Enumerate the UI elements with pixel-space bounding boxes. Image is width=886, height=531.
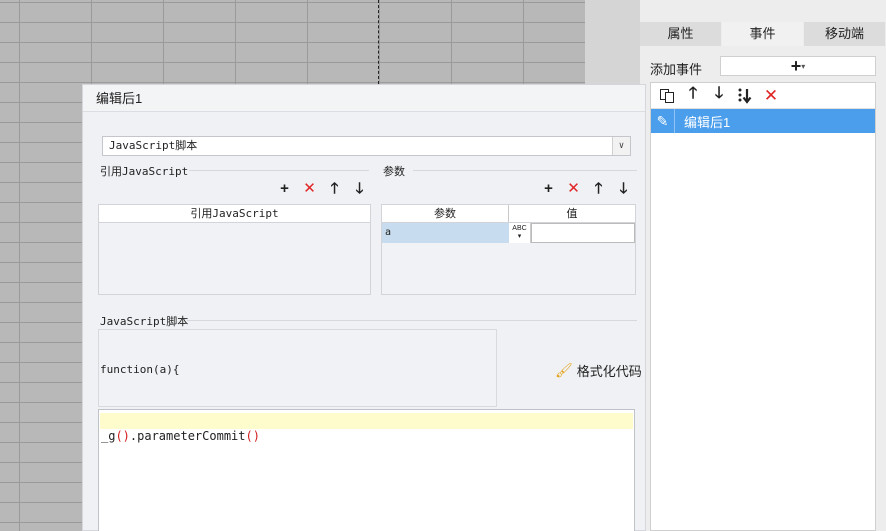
tab-properties[interactable]: 属性 — [640, 22, 722, 46]
type-badge-label: ABC — [512, 225, 527, 232]
code-token-paren: () — [245, 429, 260, 443]
param-value-column[interactable]: 值 — [509, 205, 635, 222]
ref-js-toolbar: + ✕ 🡑 🡓 — [276, 181, 368, 197]
right-panel: 属性 事件 移动端 添加事件 +▾ 🡑 🡓 ✕ ✎ 编辑后1 — [640, 0, 886, 531]
param-name-column[interactable]: 参数 — [382, 205, 509, 222]
script-divider — [187, 320, 637, 321]
add-icon[interactable]: + — [276, 181, 293, 197]
add-event-button[interactable]: +▾ — [720, 56, 876, 76]
param-type-badge[interactable]: ABC ▾ — [509, 223, 531, 243]
param-toolbar: + ✕ 🡑 🡓 — [540, 181, 632, 197]
add-event-row: 添加事件 +▾ — [640, 52, 886, 80]
tab-mobile[interactable]: 移动端 — [804, 22, 886, 46]
plus-icon: + — [790, 56, 802, 76]
param-value-input[interactable] — [531, 223, 635, 243]
ref-js-table: 引用JavaScript — [98, 204, 371, 295]
delete-icon[interactable]: ✕ — [565, 181, 582, 197]
format-code-label: 格式化代码 — [576, 364, 642, 379]
table-row[interactable]: a ABC ▾ — [382, 223, 635, 243]
dialog-title: 编辑后1 — [83, 85, 645, 112]
arrow-down-icon[interactable]: 🡓 — [709, 85, 729, 106]
add-icon[interactable]: + — [540, 181, 557, 197]
tab-events[interactable]: 事件 — [722, 22, 804, 46]
delete-icon[interactable]: ✕ — [761, 86, 781, 106]
delete-icon[interactable]: ✕ — [301, 181, 318, 197]
code-token-paren: () — [115, 429, 130, 443]
script-type-value: JavaScript脚本 — [109, 139, 198, 152]
function-header: function(a){ — [98, 329, 497, 407]
ref-js-divider — [189, 170, 369, 171]
ref-js-column-header[interactable]: 引用JavaScript — [99, 205, 370, 222]
add-event-label: 添加事件 — [650, 62, 703, 77]
code-line[interactable]: _g().parameterCommit() — [101, 428, 260, 444]
event-item-label: 编辑后1 — [684, 114, 731, 130]
current-line-highlight — [100, 413, 633, 429]
ref-js-table-header: 引用JavaScript — [99, 205, 370, 223]
param-table: 参数 值 a ABC ▾ — [381, 204, 636, 295]
chevron-down-icon[interactable]: ∨ — [612, 137, 630, 155]
param-table-header: 参数 值 — [382, 205, 635, 223]
arrow-up-icon[interactable]: 🡑 — [590, 181, 607, 197]
chevron-down-icon: ▾ — [801, 62, 806, 71]
edit-pencil-icon[interactable]: ✎ — [651, 109, 675, 133]
code-token-method: .parameterCommit — [129, 429, 246, 443]
chevron-down-icon: ▾ — [517, 233, 522, 240]
arrow-down-icon[interactable]: 🡓 — [615, 181, 632, 197]
brush-icon: 🖌 — [555, 362, 573, 378]
copy-icon[interactable] — [657, 86, 677, 106]
param-title: 参数 — [383, 165, 405, 178]
format-code-button[interactable]: 🖌 格式化代码 — [555, 361, 642, 380]
script-type-select[interactable]: JavaScript脚本 ∨ — [102, 136, 631, 156]
ref-js-title: 引用JavaScript — [100, 165, 189, 178]
function-signature: function(a){ — [100, 363, 180, 376]
event-toolbar: 🡑 🡓 ✕ — [651, 83, 875, 109]
panel-tabs: 属性 事件 移动端 — [640, 22, 886, 46]
event-list-box: 🡑 🡓 ✕ ✎ 编辑后1 — [650, 82, 876, 531]
param-name-cell[interactable]: a — [382, 223, 509, 243]
code-token-fn: _g — [101, 429, 116, 443]
arrow-up-icon[interactable]: 🡑 — [326, 181, 343, 197]
event-item[interactable]: ✎ 编辑后1 — [651, 109, 875, 133]
sort-down-icon[interactable] — [735, 86, 755, 106]
arrow-up-icon[interactable]: 🡑 — [683, 85, 703, 106]
script-title: JavaScript脚本 — [100, 315, 189, 328]
arrow-down-icon[interactable]: 🡓 — [351, 181, 368, 197]
page-break-line — [378, 0, 379, 84]
edit-event-dialog: 编辑后1 JavaScript脚本 ∨ 引用JavaScript + ✕ 🡑 🡓… — [82, 84, 646, 531]
param-divider — [413, 170, 637, 171]
code-editor[interactable]: _g().parameterCommit() — [98, 409, 635, 531]
